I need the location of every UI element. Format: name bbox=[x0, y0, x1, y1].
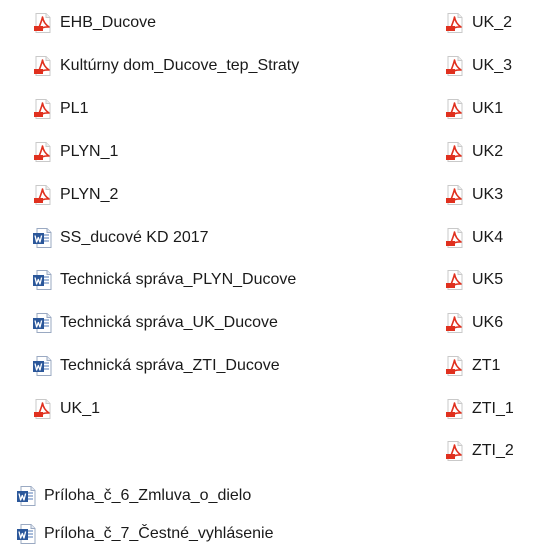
pdf-icon bbox=[32, 398, 54, 420]
file-item[interactable]: UK1 bbox=[444, 95, 503, 123]
pdf-icon bbox=[444, 55, 466, 77]
file-item[interactable]: ZTI_1 bbox=[444, 395, 514, 423]
file-item[interactable]: UK3 bbox=[444, 181, 503, 209]
pdf-icon bbox=[444, 184, 466, 206]
file-name: SS_ducové KD 2017 bbox=[60, 229, 209, 246]
pdf-icon bbox=[444, 227, 466, 249]
file-item[interactable]: ZTI_2 bbox=[444, 437, 514, 465]
pdf-icon bbox=[444, 440, 466, 462]
file-name: ZTI_2 bbox=[472, 442, 514, 459]
word-icon bbox=[32, 355, 54, 377]
file-name: Kultúrny dom_Ducove_tep_Straty bbox=[60, 57, 300, 74]
pdf-icon bbox=[444, 355, 466, 377]
pdf-icon bbox=[444, 398, 466, 420]
file-name: UK5 bbox=[472, 271, 504, 288]
file-name: UK_1 bbox=[60, 400, 101, 417]
file-item[interactable]: UK_3 bbox=[444, 52, 512, 80]
file-item[interactable]: Príloha_č_7_Čestné_vyhlásenie bbox=[16, 520, 273, 548]
file-name: UK2 bbox=[472, 143, 504, 160]
file-name: EHB_Ducove bbox=[60, 14, 157, 31]
file-name: PL1 bbox=[60, 100, 89, 117]
file-name: UK_3 bbox=[472, 57, 513, 74]
word-icon bbox=[16, 485, 38, 507]
pdf-icon bbox=[32, 12, 54, 34]
pdf-icon bbox=[32, 55, 54, 77]
file-name: Príloha_č_7_Čestné_vyhlásenie bbox=[44, 525, 274, 542]
file-name: Technická správa_ZTI_Ducove bbox=[60, 357, 280, 374]
file-name: Príloha_č_6_Zmluva_o_dielo bbox=[44, 487, 252, 504]
pdf-icon bbox=[444, 98, 466, 120]
file-item[interactable]: Kultúrny dom_Ducove_tep_Straty bbox=[32, 52, 299, 80]
file-item[interactable]: PLYN_1 bbox=[32, 138, 118, 166]
file-item[interactable]: Technická správa_ZTI_Ducove bbox=[32, 352, 280, 380]
file-name: UK3 bbox=[472, 186, 504, 203]
file-name: PLYN_1 bbox=[60, 143, 119, 160]
file-item[interactable]: EHB_Ducove bbox=[32, 9, 156, 37]
file-item[interactable]: UK2 bbox=[444, 138, 503, 166]
pdf-icon bbox=[32, 184, 54, 206]
file-item[interactable]: PL1 bbox=[32, 95, 88, 123]
file-item[interactable]: UK_1 bbox=[32, 395, 100, 423]
file-name: Technická správa_PLYN_Ducove bbox=[60, 271, 297, 288]
file-name: Technická správa_UK_Ducove bbox=[60, 314, 278, 331]
pdf-icon bbox=[444, 269, 466, 291]
file-item[interactable]: UK4 bbox=[444, 224, 503, 252]
file-item[interactable]: UK5 bbox=[444, 266, 503, 294]
file-item[interactable]: PLYN_2 bbox=[32, 181, 118, 209]
word-icon bbox=[32, 312, 54, 334]
pdf-icon bbox=[32, 98, 54, 120]
word-icon bbox=[32, 227, 54, 249]
file-name: UK_2 bbox=[472, 14, 513, 31]
file-name: PLYN_2 bbox=[60, 186, 119, 203]
file-name: ZT1 bbox=[472, 357, 501, 374]
word-icon bbox=[32, 269, 54, 291]
file-name: UK1 bbox=[472, 100, 504, 117]
pdf-icon bbox=[444, 312, 466, 334]
file-item[interactable]: Technická správa_UK_Ducove bbox=[32, 309, 278, 337]
file-item[interactable]: ZT1 bbox=[444, 352, 500, 380]
pdf-icon bbox=[444, 141, 466, 163]
file-item[interactable]: UK_2 bbox=[444, 9, 512, 37]
file-name: ZTI_1 bbox=[472, 400, 514, 417]
file-item[interactable]: Príloha_č_6_Zmluva_o_dielo bbox=[16, 482, 251, 510]
pdf-icon bbox=[32, 141, 54, 163]
file-name: UK4 bbox=[472, 229, 504, 246]
file-item[interactable]: SS_ducové KD 2017 bbox=[32, 224, 209, 252]
pdf-icon bbox=[444, 12, 466, 34]
file-item[interactable]: Technická správa_PLYN_Ducove bbox=[32, 266, 296, 294]
word-icon bbox=[16, 523, 38, 545]
file-item[interactable]: UK6 bbox=[444, 309, 503, 337]
file-name: UK6 bbox=[472, 314, 504, 331]
